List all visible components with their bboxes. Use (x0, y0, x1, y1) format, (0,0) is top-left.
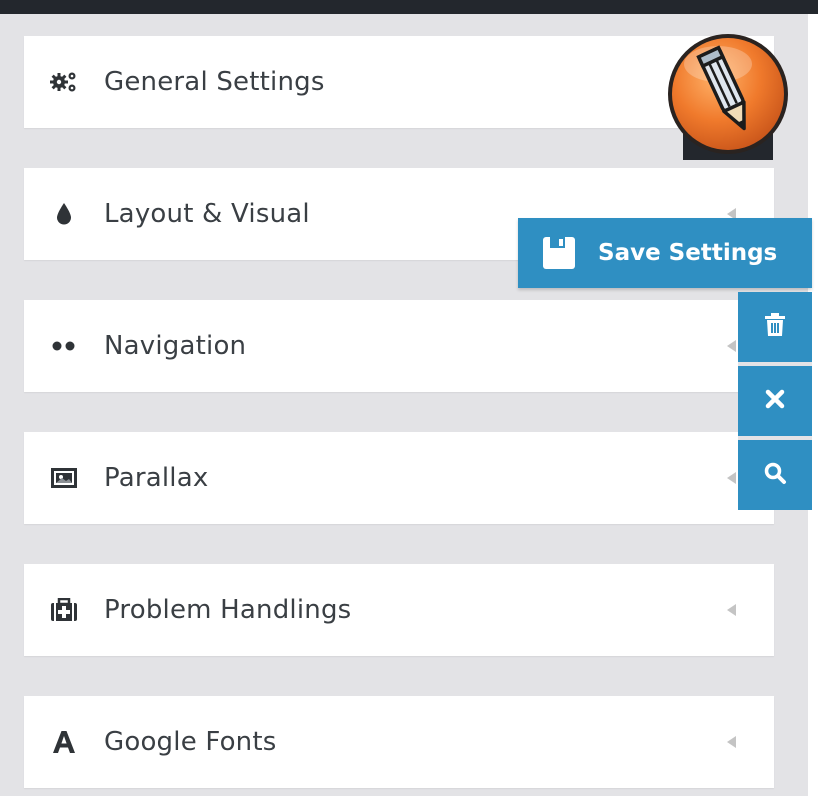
collapse-arrow-icon (727, 736, 736, 748)
gears-icon (50, 68, 78, 96)
top-bar (0, 0, 818, 14)
save-settings-label: Save Settings (598, 240, 778, 266)
drop-icon (50, 200, 78, 228)
font-icon (50, 728, 78, 756)
panel-google-fonts[interactable]: Google Fonts (24, 696, 774, 788)
image-icon (50, 464, 78, 492)
panel-problem-handlings[interactable]: Problem Handlings (24, 564, 774, 656)
panel-navigation[interactable]: Navigation (24, 300, 774, 392)
pencil-icon[interactable] (663, 32, 793, 162)
close-button[interactable] (738, 366, 812, 436)
dots-icon (50, 332, 78, 360)
collapse-arrow-icon (727, 472, 736, 484)
panel-parallax[interactable]: Parallax (24, 432, 774, 524)
medkit-icon (50, 596, 78, 624)
collapse-arrow-icon (727, 340, 736, 352)
panel-label: Google Fonts (104, 727, 277, 757)
panel-label: Layout & Visual (104, 199, 310, 229)
collapse-arrow-icon (727, 604, 736, 616)
panel-label: Problem Handlings (104, 595, 352, 625)
delete-button[interactable] (738, 292, 812, 362)
panel-label: Navigation (104, 331, 247, 361)
panel-label: Parallax (104, 463, 209, 493)
panel-label: General Settings (104, 67, 325, 97)
close-icon (765, 389, 785, 413)
search-icon (763, 461, 787, 489)
trash-icon (764, 313, 786, 341)
search-button[interactable] (738, 440, 812, 510)
save-settings-button[interactable]: Save Settings (518, 218, 812, 288)
panel-general-settings[interactable]: General Settings (24, 36, 774, 128)
floppy-disk-icon (542, 236, 576, 270)
